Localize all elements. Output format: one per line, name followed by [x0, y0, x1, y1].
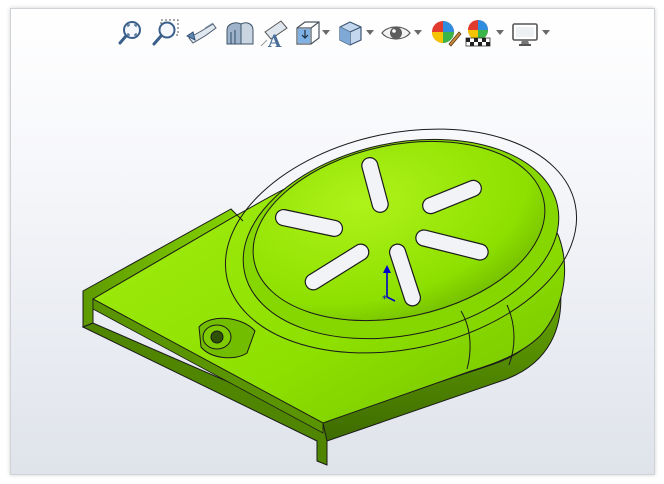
- graphics-viewport[interactable]: *: [11, 9, 654, 474]
- chevron-down-icon[interactable]: [414, 30, 422, 36]
- display-style-button[interactable]: [335, 17, 379, 49]
- zoom-to-area-button[interactable]: [147, 17, 183, 49]
- dynamic-annotation-views-button[interactable]: A: [257, 17, 293, 49]
- chevron-down-icon[interactable]: [366, 30, 374, 36]
- eye-icon: [381, 26, 411, 40]
- dynamic-annotation-icon: A: [260, 20, 288, 48]
- section-view-button[interactable]: [221, 17, 257, 49]
- hide-show-items-button[interactable]: [379, 17, 427, 49]
- heads-up-view-toolbar: A: [113, 17, 555, 49]
- section-view-icon: [226, 22, 254, 45]
- mounting-boss: [198, 317, 256, 359]
- previous-view-button[interactable]: [183, 17, 221, 49]
- previous-view-icon: [186, 22, 217, 44]
- view-orientation-button[interactable]: [293, 17, 335, 49]
- graphics-area-frame: * A: [10, 8, 655, 475]
- svg-text:*: *: [382, 294, 387, 305]
- chevron-down-icon[interactable]: [322, 30, 330, 36]
- svg-text:A: A: [267, 32, 282, 48]
- zoom-to-fit-button[interactable]: [113, 17, 147, 49]
- apply-scene-button[interactable]: [463, 17, 509, 49]
- monitor-icon: [512, 23, 538, 46]
- edit-appearance-button[interactable]: [427, 17, 463, 49]
- view-settings-button[interactable]: [509, 17, 555, 49]
- zoom-to-area-icon: [152, 19, 179, 46]
- edit-appearance-icon: [432, 21, 462, 47]
- apply-scene-icon: [465, 20, 491, 47]
- display-style-icon: [339, 21, 362, 46]
- chevron-down-icon[interactable]: [496, 30, 504, 36]
- chevron-down-icon[interactable]: [542, 30, 550, 36]
- view-orientation-icon: [296, 21, 320, 45]
- zoom-to-fit-icon: [118, 21, 141, 45]
